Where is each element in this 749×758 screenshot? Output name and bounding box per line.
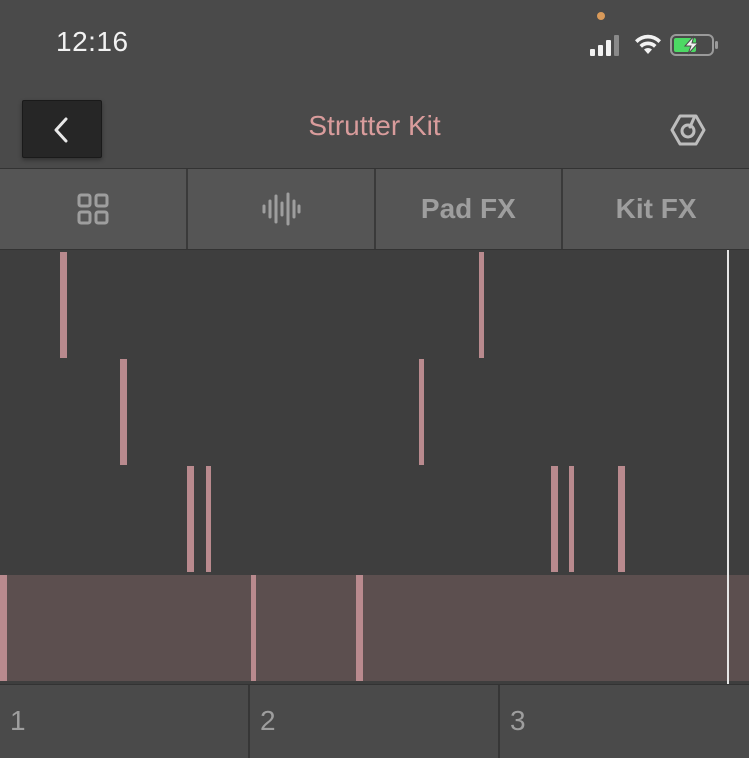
note-event[interactable]	[251, 575, 256, 681]
sequencer-lane-selected[interactable]	[0, 575, 749, 681]
sequencer-lane[interactable]	[0, 252, 749, 358]
note-event[interactable]	[60, 252, 67, 358]
playhead	[727, 250, 729, 684]
tab-pads[interactable]	[0, 169, 188, 249]
note-event[interactable]	[479, 252, 484, 358]
note-event[interactable]	[356, 575, 363, 681]
sequencer-lane[interactable]	[0, 466, 749, 572]
note-event[interactable]	[187, 466, 194, 572]
bar-number[interactable]: 1	[0, 685, 250, 758]
step-sequencer-grid[interactable]	[0, 250, 749, 684]
note-event[interactable]	[618, 466, 625, 572]
wifi-icon	[635, 34, 661, 54]
tab-waveform[interactable]	[188, 169, 376, 249]
cellular-signal-icon	[590, 35, 619, 56]
tab-kit-fx[interactable]: Kit FX	[563, 169, 749, 249]
bar-number[interactable]: 2	[250, 685, 500, 758]
tab-bar: Pad FX Kit FX	[0, 168, 749, 250]
battery-charging-icon	[670, 34, 718, 56]
note-event[interactable]	[206, 466, 211, 572]
status-bar: 12:16	[0, 0, 749, 90]
note-event[interactable]	[569, 466, 574, 572]
bar-ruler: 1 2 3	[0, 684, 749, 758]
tab-pad-fx[interactable]: Pad FX	[376, 169, 564, 249]
bar-number[interactable]: 3	[500, 685, 749, 758]
privacy-indicator-dot	[597, 12, 605, 20]
waveform-icon	[262, 192, 301, 226]
note-event[interactable]	[551, 466, 558, 572]
pads-grid-icon	[77, 193, 109, 225]
ableton-link-icon[interactable]	[668, 110, 708, 150]
sequencer-lane[interactable]	[0, 359, 749, 465]
kit-title: Strutter Kit	[308, 110, 441, 141]
status-time: 12:16	[56, 26, 129, 57]
note-event[interactable]	[419, 359, 424, 465]
note-event[interactable]	[120, 359, 127, 465]
note-event[interactable]	[0, 575, 7, 681]
nav-bar: Strutter Kit	[0, 90, 749, 168]
app-screen: 12:16 Strutter Kit Pad FX Kit FX 1 2 3	[0, 0, 749, 758]
